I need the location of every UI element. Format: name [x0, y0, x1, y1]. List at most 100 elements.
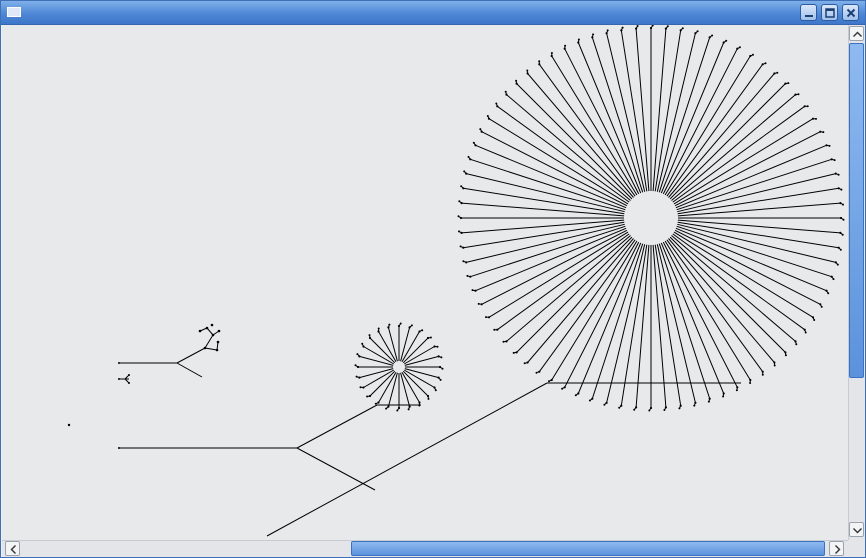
small-radial-tree-rim-node — [397, 406, 401, 410]
large-radial-tree-rim-node — [664, 406, 668, 409]
large-radial-tree-leaf-node — [526, 69, 529, 72]
large-radial-tree-leaf-node — [459, 245, 462, 248]
large-radial-tree-rim-node — [474, 144, 477, 147]
small-radial-tree-leaf-node — [399, 322, 402, 325]
large-radial-tree-leaf-node — [776, 71, 779, 74]
horizontal-scrollbar[interactable] — [2, 540, 848, 557]
window-icon[interactable] — [7, 7, 21, 17]
large-radial-tree-spoke — [475, 227, 627, 292]
large-radial-tree-rim-node — [736, 386, 739, 389]
large-radial-tree-rim-node — [649, 26, 653, 30]
large-radial-tree-spoke — [669, 236, 786, 353]
small-radial-tree-rim-node — [426, 394, 430, 398]
large-radial-tree-leaf-node — [842, 203, 844, 206]
large-radial-tree-spoke — [675, 227, 827, 292]
large-radial-tree-leaf-node — [479, 128, 482, 131]
small-radial-tree-spoke — [369, 370, 396, 397]
small-radial-tree-leaf-node — [377, 327, 380, 330]
large-radial-tree-spoke — [672, 105, 805, 203]
twig — [204, 347, 218, 351]
minimize-button[interactable] — [800, 4, 817, 21]
small-radial-tree-leaf-node — [385, 407, 388, 410]
small-radial-tree-leaf-node — [421, 329, 424, 332]
large-radial-tree-spoke — [506, 235, 631, 342]
drawing-canvas[interactable] — [2, 25, 848, 540]
large-radial-tree-rim-node — [749, 54, 752, 58]
small-radial-tree-rim-node — [377, 330, 380, 333]
scroll-down-button[interactable] — [849, 522, 864, 537]
large-radial-tree-rim-node — [784, 82, 787, 85]
large-radial-tree-rim-node — [837, 246, 840, 249]
large-radial-tree-leaf-node — [761, 373, 764, 376]
large-radial-tree-rim-node — [830, 275, 833, 278]
large-radial-tree-leaf-node — [696, 30, 699, 33]
large-radial-tree-leaf-node — [467, 155, 470, 158]
large-radial-tree-rim-node — [722, 392, 725, 395]
small-radial-tree-rim-node — [362, 345, 365, 348]
large-radial-tree-rim-node — [469, 275, 472, 278]
scroll-up-button[interactable] — [849, 26, 864, 41]
vertical-scroll-thumb[interactable] — [849, 43, 864, 378]
large-radial-tree-rim-node — [664, 27, 668, 30]
close-button[interactable] — [842, 4, 859, 21]
large-radial-tree-spoke — [516, 236, 633, 353]
large-radial-tree-leaf-node — [764, 62, 767, 65]
twig — [206, 327, 214, 336]
large-radial-tree-rim-node — [505, 340, 508, 343]
small-radial-tree-leaf-node — [407, 408, 410, 411]
large-radial-tree-leaf-node — [804, 331, 807, 334]
large-radial-tree-rim-node — [839, 216, 843, 220]
arrow-left-icon — [10, 545, 16, 554]
large-radial-tree-rim-node — [460, 231, 463, 234]
large-radial-tree-spoke — [668, 73, 775, 198]
title-bar[interactable] — [1, 1, 865, 25]
large-radial-tree-leaf-node — [621, 26, 624, 29]
scroll-left-button[interactable] — [5, 541, 20, 556]
scrollbar-corner — [848, 540, 865, 557]
large-radial-tree-rim-node — [496, 328, 499, 331]
large-radial-tree-rim-node — [550, 54, 553, 58]
large-radial-tree-rim-node — [635, 27, 638, 30]
small-radial-tree-rim-node — [437, 355, 440, 358]
large-radial-tree-spoke — [660, 242, 725, 394]
small-radial-tree-rim-node — [358, 376, 361, 379]
large-radial-tree-rim-node — [834, 261, 837, 264]
large-radial-tree-rim-node — [811, 117, 815, 120]
scroll-right-button[interactable] — [829, 541, 844, 556]
large-radial-tree-rim-node — [487, 316, 491, 319]
small-radial-tree-spoke — [402, 337, 429, 364]
twig-node — [215, 348, 219, 352]
large-radial-tree-leaf-node — [787, 82, 790, 85]
large-radial-tree-rim-node — [480, 130, 483, 133]
maximize-button[interactable] — [821, 4, 838, 21]
large-radial-tree-leaf-node — [837, 173, 840, 176]
large-radial-tree-leaf-node — [842, 218, 845, 221]
small-radial-tree-rim-node — [418, 401, 421, 404]
large-radial-tree-rim-node — [505, 93, 508, 96]
large-radial-tree-rim-node — [538, 370, 541, 373]
large-radial-tree-rim-node — [577, 392, 580, 395]
large-radial-tree-rim-node — [649, 406, 653, 410]
large-radial-tree-spoke — [506, 94, 631, 201]
large-radial-tree-rim-node — [462, 246, 465, 249]
small-radial-tree-leaf-node — [427, 397, 430, 400]
large-radial-tree-leaf-node — [577, 38, 580, 41]
large-radial-tree-rim-node — [620, 29, 623, 32]
large-radial-tree-leaf-node — [806, 105, 809, 108]
large-radial-tree-spoke — [538, 64, 636, 197]
large-radial-tree-leaf-node — [538, 60, 541, 63]
small-radial-tree-leaf-node — [354, 364, 357, 367]
arrow-down-icon — [853, 528, 862, 534]
small-radial-tree-leaf-node — [356, 353, 359, 356]
large-radial-tree-leaf-node — [458, 230, 460, 233]
large-radial-tree-rim-node — [773, 72, 776, 75]
small-radial-tree-leaf-node — [440, 356, 443, 359]
small-radial-tree-rim-node — [358, 355, 361, 358]
horizontal-scroll-thumb[interactable] — [351, 541, 825, 556]
vertical-scrollbar[interactable] — [848, 25, 865, 540]
twig-node — [198, 329, 202, 333]
twig-node — [217, 329, 221, 333]
large-radial-tree-spoke — [660, 42, 725, 194]
middle-branch-lower — [296, 447, 376, 491]
large-radial-tree-leaf-node — [827, 292, 830, 295]
